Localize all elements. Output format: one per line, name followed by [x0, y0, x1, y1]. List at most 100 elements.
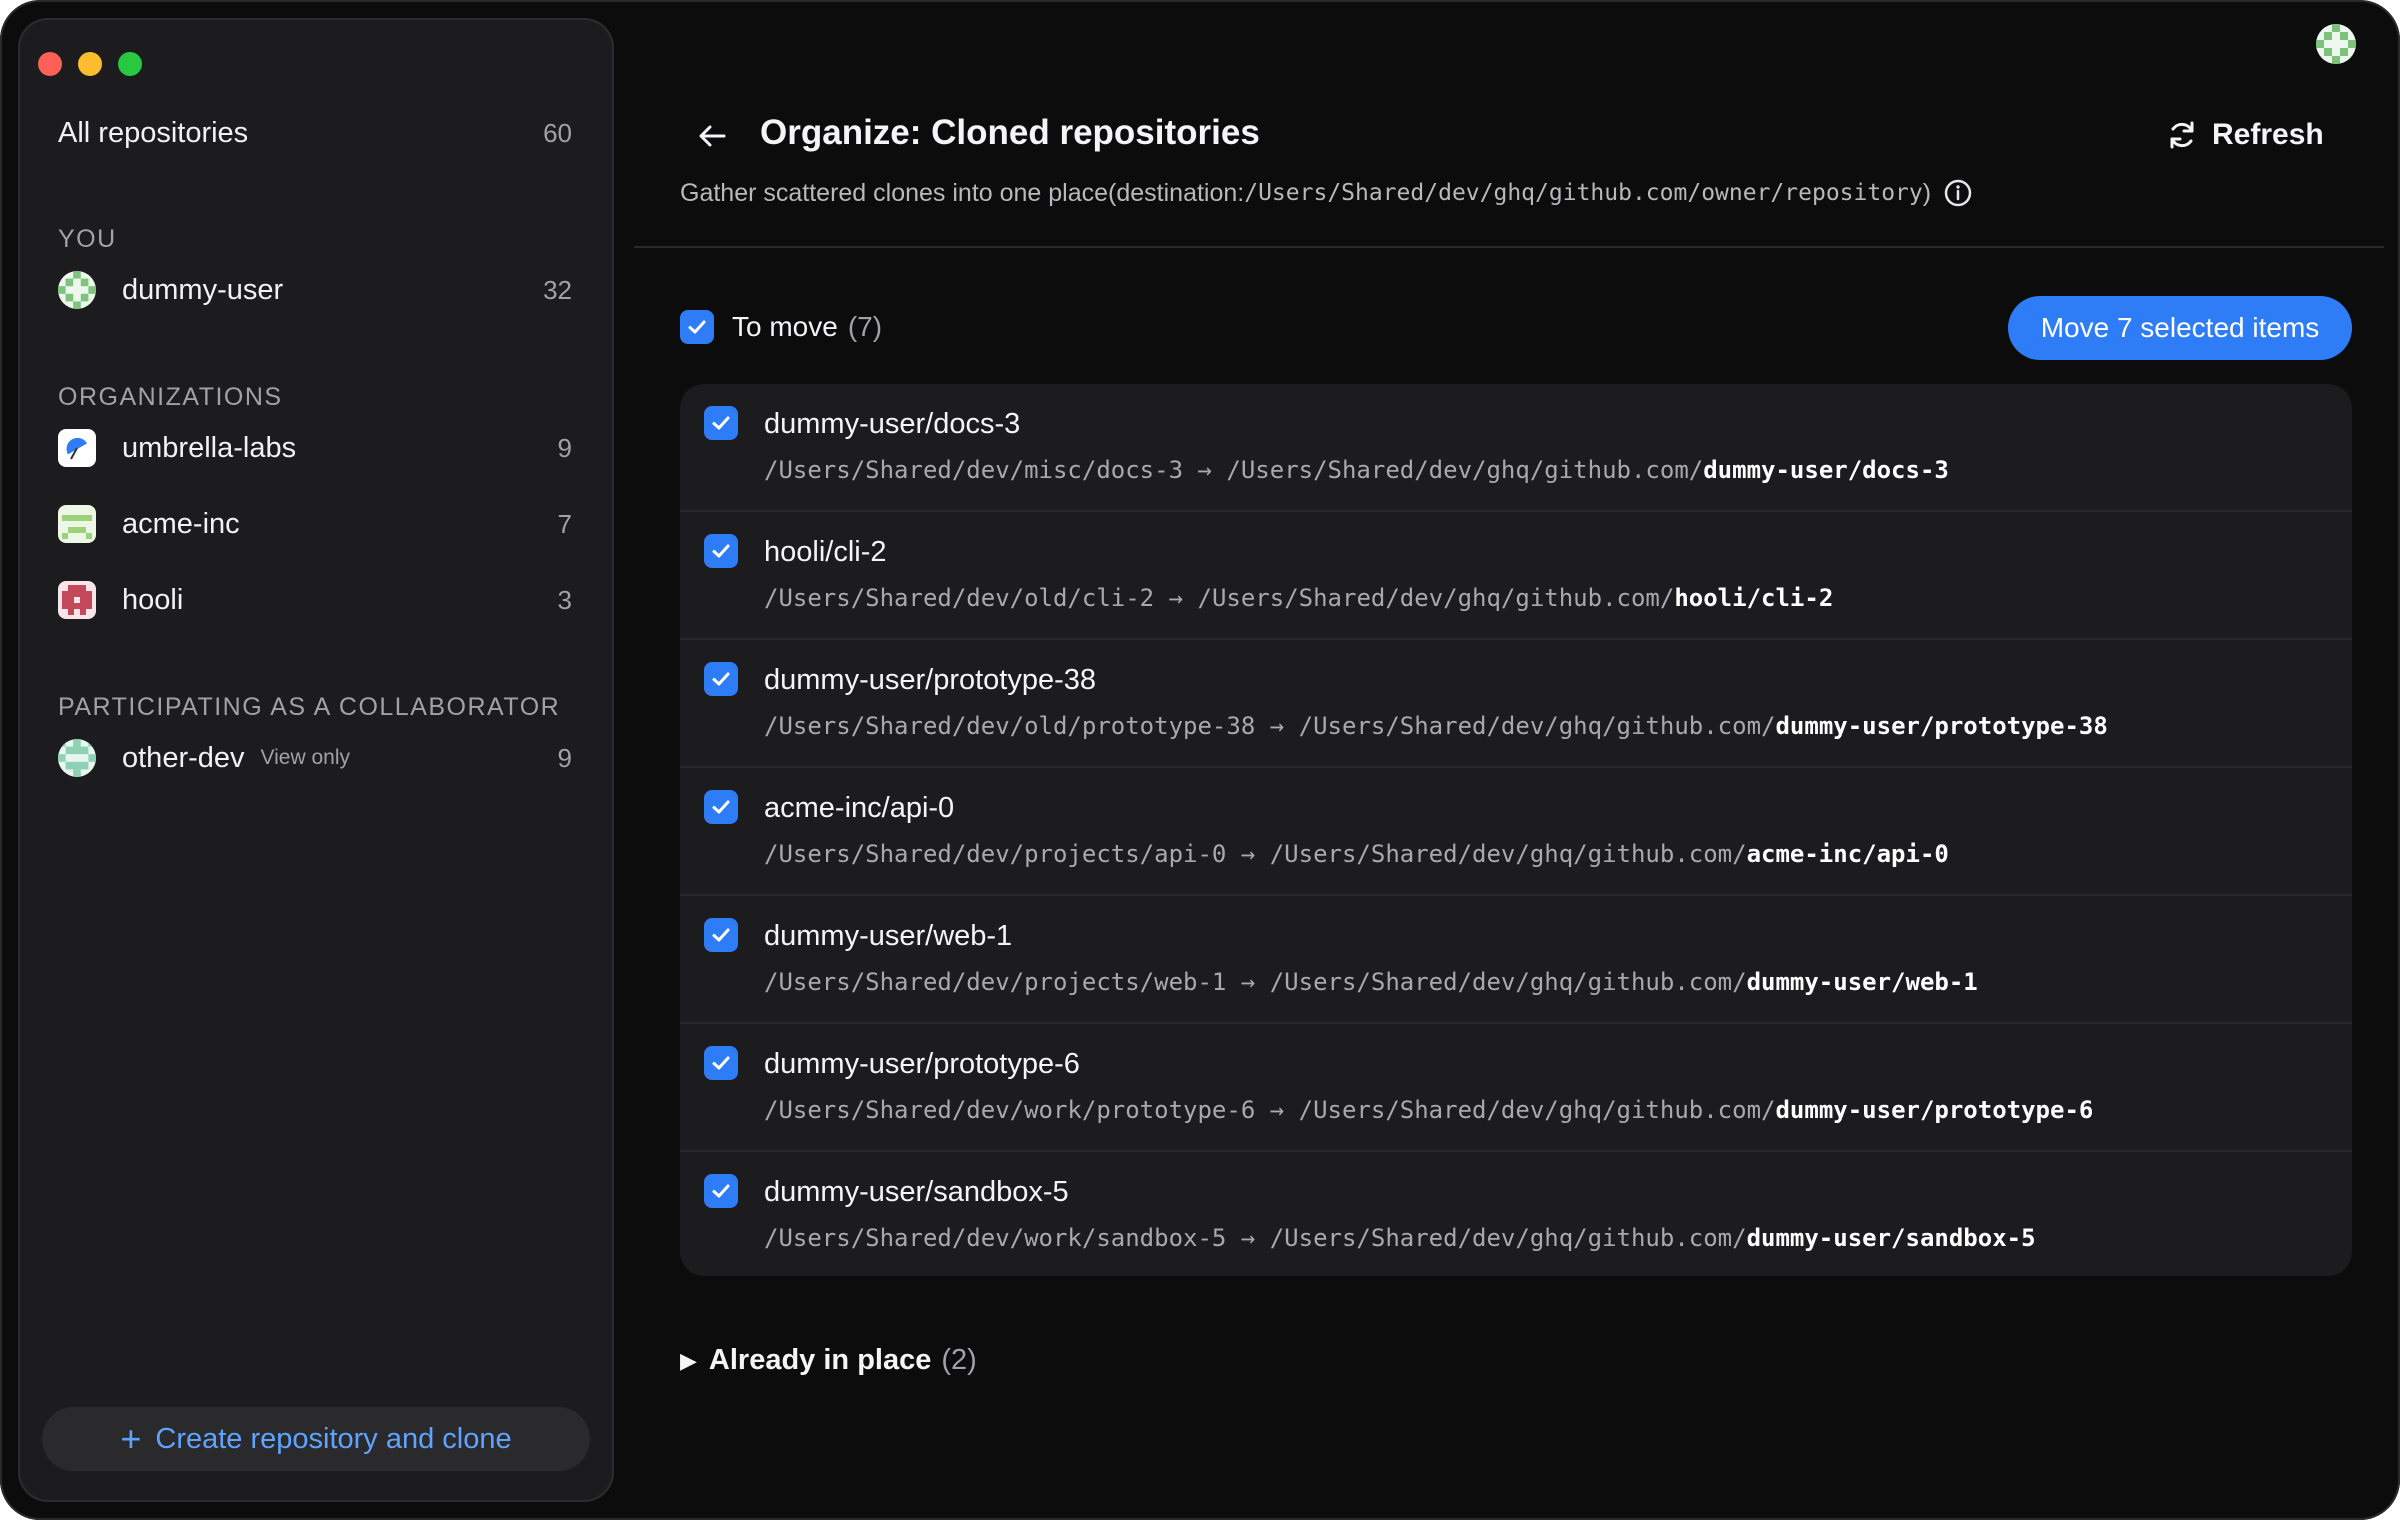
select-all-checkbox[interactable] — [680, 310, 714, 344]
move-path: /Users/Shared/dev/old/prototype-38 → /Us… — [764, 712, 2108, 740]
section-heading-collaborator: PARTICIPATING AS A COLLABORATOR — [58, 693, 561, 721]
sidebar-item-acme-inc[interactable]: acme-inc 7 — [58, 494, 572, 554]
already-in-place-label: Already in place — [708, 1344, 932, 1376]
sidebar-item-count: 3 — [557, 584, 572, 615]
arrow-right-icon: → — [1240, 840, 1256, 868]
create-repository-label: Create repository and clone — [155, 1422, 512, 1455]
sidebar-item-dummy-user[interactable]: dummy-user 32 — [58, 260, 572, 320]
list-item[interactable]: dummy-user/docs-3/Users/Shared/dev/misc/… — [680, 384, 2352, 512]
repo-name: acme-inc/api-0 — [764, 792, 955, 824]
item-checkbox[interactable] — [704, 406, 738, 440]
source-path: /Users/Shared/dev/projects/web-1 — [764, 968, 1227, 996]
destination-repo: dummy-user/prototype-6 — [1775, 1096, 2094, 1124]
view-only-badge: View only — [260, 746, 351, 769]
checkmark-icon — [688, 320, 706, 334]
user-avatar[interactable] — [2316, 24, 2356, 64]
subtitle-path: /Users/Shared/dev/ghq/github.com/owner/r… — [1244, 180, 1923, 206]
minimize-window-button[interactable] — [78, 52, 102, 76]
already-in-place-count: (2) — [941, 1344, 977, 1376]
checkmark-icon — [712, 416, 730, 430]
destination-prefix: /Users/Shared/dev/ghq/github.com/ — [1269, 1224, 1747, 1252]
repo-name: dummy-user/sandbox-5 — [764, 1176, 1069, 1208]
arrow-right-icon: → — [1197, 456, 1212, 484]
page-title: Organize: Cloned repositories — [760, 113, 1260, 152]
plus-icon: + — [120, 1418, 142, 1459]
sidebar-item-label: All repositories — [58, 116, 249, 149]
to-move-label: To move — [732, 311, 838, 342]
to-move-header: To move (7) — [680, 310, 882, 344]
destination-prefix: /Users/Shared/dev/ghq/github.com/ — [1269, 840, 1747, 868]
item-checkbox[interactable] — [704, 662, 738, 696]
checkmark-icon — [712, 544, 730, 558]
sidebar-item-all-repositories[interactable]: All repositories 60 — [58, 103, 572, 163]
destination-repo: dummy-user/web-1 — [1746, 968, 1978, 996]
back-arrow-icon[interactable] — [694, 118, 730, 154]
move-path: /Users/Shared/dev/projects/web-1 → /User… — [764, 968, 1978, 996]
source-path: /Users/Shared/dev/work/sandbox-5 — [764, 1224, 1227, 1252]
list-item[interactable]: dummy-user/web-1/Users/Shared/dev/projec… — [680, 896, 2352, 1024]
create-repository-button[interactable]: + Create repository and clone — [42, 1407, 590, 1471]
arrow-right-icon: → — [1240, 1224, 1256, 1252]
destination-prefix: /Users/Shared/dev/ghq/github.com/ — [1226, 456, 1704, 484]
disclosure-triangle-icon: ▶ — [680, 1347, 697, 1373]
destination-repo: acme-inc/api-0 — [1746, 840, 1949, 868]
sidebar-item-umbrella-labs[interactable]: umbrella-labs 9 — [58, 418, 572, 478]
item-checkbox[interactable] — [704, 1046, 738, 1080]
arrow-right-icon: → — [1168, 584, 1184, 612]
sidebar: All repositories 60 YOU dummy-user 32 OR… — [18, 18, 614, 1502]
sidebar-item-label: acme-inc — [122, 507, 240, 540]
destination-prefix: /Users/Shared/dev/ghq/github.com/ — [1269, 968, 1747, 996]
umbrella-icon — [58, 429, 96, 467]
header-divider — [634, 246, 2384, 248]
list-item[interactable]: hooli/cli-2/Users/Shared/dev/old/cli-2 →… — [680, 512, 2352, 640]
to-move-list: dummy-user/docs-3/Users/Shared/dev/misc/… — [680, 384, 2352, 1276]
arrow-right-icon: → — [1269, 712, 1285, 740]
destination-repo: dummy-user/docs-3 — [1703, 456, 1949, 484]
destination-prefix: /Users/Shared/dev/ghq/github.com/ — [1298, 1096, 1776, 1124]
sidebar-item-label: other-dev — [122, 741, 245, 774]
sidebar-item-label: dummy-user — [122, 273, 284, 306]
refresh-icon — [2170, 121, 2194, 149]
source-path: /Users/Shared/dev/projects/api-0 — [764, 840, 1227, 868]
list-item[interactable]: dummy-user/prototype-6/Users/Shared/dev/… — [680, 1024, 2352, 1152]
close-window-button[interactable] — [38, 52, 62, 76]
zoom-window-button[interactable] — [118, 52, 142, 76]
sidebar-item-count: 32 — [543, 274, 572, 305]
repo-name: hooli/cli-2 — [764, 536, 887, 568]
move-path: /Users/Shared/dev/work/sandbox-5 → /User… — [764, 1224, 2036, 1252]
to-move-count: (7) — [847, 311, 883, 342]
list-item[interactable]: acme-inc/api-0/Users/Shared/dev/projects… — [680, 768, 2352, 896]
destination-repo: hooli/cli-2 — [1674, 584, 1834, 612]
checkmark-icon — [712, 800, 730, 814]
source-path: /Users/Shared/dev/old/prototype-38 — [764, 712, 1256, 740]
checkmark-icon — [712, 1184, 730, 1198]
destination-prefix: /Users/Shared/dev/ghq/github.com/ — [1298, 712, 1776, 740]
item-checkbox[interactable] — [704, 918, 738, 952]
sidebar-item-label: hooli — [122, 583, 184, 616]
already-in-place-disclosure[interactable]: ▶ Already in place (2) — [680, 1344, 977, 1377]
list-item[interactable]: dummy-user/sandbox-5/Users/Shared/dev/wo… — [680, 1152, 2352, 1276]
avatar — [58, 271, 96, 309]
subtitle-text: Gather scattered clones into one place(d… — [680, 178, 1245, 207]
sidebar-item-hooli[interactable]: hooli 3 — [58, 570, 572, 630]
checkmark-icon — [712, 1056, 730, 1070]
destination-repo: dummy-user/prototype-38 — [1775, 712, 2108, 740]
item-checkbox[interactable] — [704, 790, 738, 824]
move-selected-button[interactable]: Move 7 selected items — [2008, 296, 2352, 360]
list-item[interactable]: dummy-user/prototype-38/Users/Shared/dev… — [680, 640, 2352, 768]
avatar — [58, 739, 96, 777]
move-path: /Users/Shared/dev/projects/api-0 → /User… — [764, 840, 1949, 868]
source-path: /Users/Shared/dev/work/prototype-6 — [764, 1096, 1256, 1124]
item-checkbox[interactable] — [704, 1174, 738, 1208]
sidebar-item-count: 7 — [557, 508, 572, 539]
sidebar-item-other-dev[interactable]: other-dev View only 9 — [58, 728, 572, 788]
refresh-button[interactable]: Refresh — [2166, 113, 2324, 157]
arrow-right-icon: → — [1269, 1096, 1285, 1124]
sidebar-item-count: 9 — [557, 742, 572, 773]
repo-name: dummy-user/docs-3 — [764, 408, 1021, 440]
sidebar-item-count: 60 — [543, 117, 572, 148]
item-checkbox[interactable] — [704, 534, 738, 568]
info-icon[interactable] — [1943, 178, 1973, 208]
avatar — [58, 505, 96, 543]
app-window: All repositories 60 YOU dummy-user 32 OR… — [0, 0, 2400, 1520]
